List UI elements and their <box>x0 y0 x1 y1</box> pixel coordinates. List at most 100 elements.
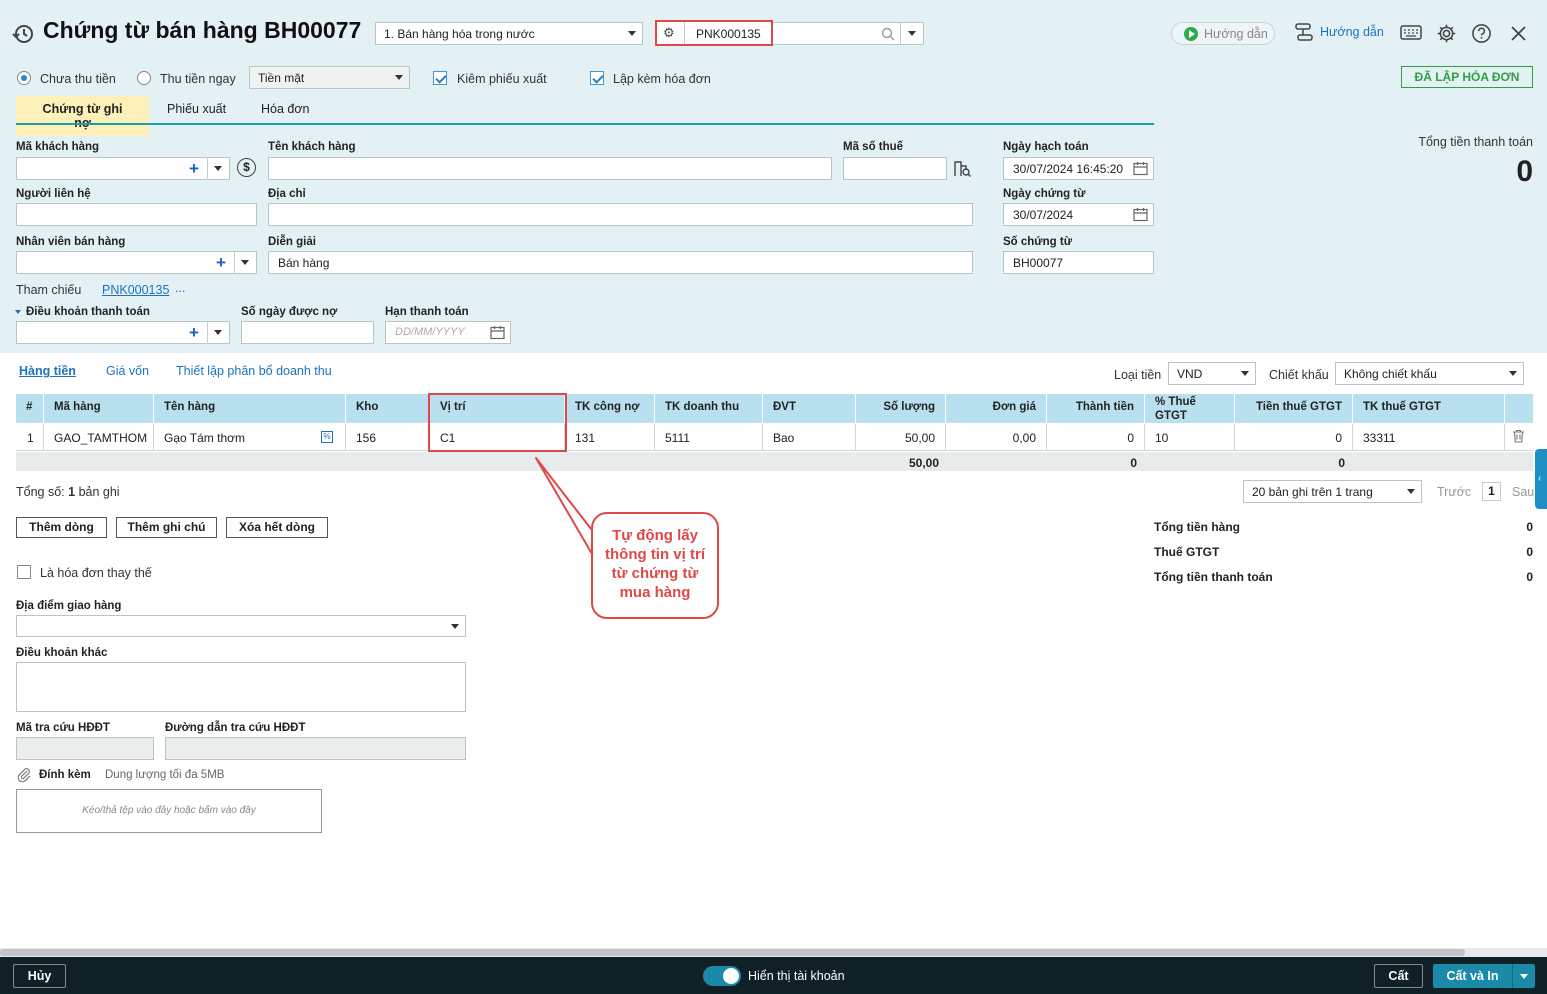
col-vat-account[interactable]: TK thuế GTGT <box>1353 394 1505 423</box>
cell-revenue-account[interactable]: 5111 <box>655 424 763 451</box>
tax-code-input[interactable] <box>843 157 947 180</box>
cell-vat-rate[interactable]: 10 <box>1145 424 1235 451</box>
other-terms-input[interactable] <box>16 662 466 712</box>
route-icon[interactable] <box>1294 22 1314 44</box>
add-icon[interactable]: + <box>216 254 226 271</box>
save-button[interactable]: Cất <box>1374 964 1423 988</box>
delivery-place-select[interactable] <box>16 615 466 637</box>
chevron-down-icon[interactable] <box>214 166 222 171</box>
contact-input[interactable] <box>16 203 257 226</box>
cell-debt-account[interactable]: 131 <box>565 424 655 451</box>
voucher-no-input[interactable]: BH00077 <box>1003 251 1154 274</box>
check-export[interactable] <box>433 71 447 85</box>
ref-code-box[interactable]: ⚙ PNK000135 <box>655 20 773 46</box>
col-quantity[interactable]: Số lượng <box>856 394 946 423</box>
keyboard-icon[interactable] <box>1400 24 1422 42</box>
check-invoice[interactable] <box>590 71 604 85</box>
col-item-name[interactable]: Tên hàng <box>154 394 346 423</box>
guide-link[interactable]: Hướng dẫn <box>1320 25 1384 39</box>
replace-invoice-checkbox[interactable] <box>17 565 31 579</box>
description-input[interactable]: Bán hàng <box>268 251 973 274</box>
subtab-goods[interactable]: Hàng tiền <box>19 364 76 378</box>
cell-quantity[interactable]: 50,00 <box>856 424 946 451</box>
col-vat-rate[interactable]: % Thuế GTGT <box>1145 394 1235 423</box>
col-revenue-account[interactable]: TK doanh thu <box>655 394 763 423</box>
payment-terms-label: Điều khoản thanh toán <box>26 306 150 318</box>
col-item-code[interactable]: Mã hàng <box>44 394 154 423</box>
cell-vat-amount[interactable]: 0 <box>1235 424 1353 451</box>
play-icon <box>1184 27 1198 41</box>
tab-debit-voucher[interactable]: Chứng từ ghi nợ <box>16 96 149 136</box>
total-records-label: Tổng số: <box>16 485 65 499</box>
show-accounts-toggle[interactable] <box>703 966 741 986</box>
chevron-down-icon[interactable] <box>241 260 249 265</box>
settings-icon[interactable] <box>1436 23 1457 44</box>
radio-paid[interactable] <box>137 71 151 85</box>
col-warehouse[interactable]: Kho <box>346 394 430 423</box>
delete-all-button[interactable]: Xóa hết dòng <box>226 517 328 538</box>
accounting-date-input[interactable]: 30/07/2024 16:45:20 <box>1003 157 1154 180</box>
tab-export-slip[interactable]: Phiếu xuất <box>149 96 244 122</box>
col-debt-account[interactable]: TK công nợ <box>565 394 655 423</box>
cancel-button[interactable]: Hủy <box>13 964 66 988</box>
col-vat-amount[interactable]: Tiền thuế GTGT <box>1235 394 1353 423</box>
subtab-cost[interactable]: Giá vốn <box>106 364 149 378</box>
cell-amount[interactable]: 0 <box>1047 424 1145 451</box>
col-amount[interactable]: Thành tiền <box>1047 394 1145 423</box>
guide-button[interactable]: Hướng dẫn <box>1171 22 1275 45</box>
subtab-revenue-allocation[interactable]: Thiết lập phân bổ doanh thu <box>176 364 332 378</box>
reference-more-button[interactable]: ... <box>175 281 185 295</box>
side-panel-toggle[interactable]: ‹ <box>1535 449 1547 509</box>
file-drop-zone[interactable]: Kéo/thả tệp vào đây hoặc bấm vào đây <box>16 789 322 833</box>
cell-vat-account[interactable]: 33311 <box>1353 424 1505 451</box>
tab-invoice[interactable]: Hóa đơn <box>243 96 328 122</box>
close-icon[interactable] <box>1510 25 1527 42</box>
radio-unpaid[interactable] <box>17 71 31 85</box>
collapse-icon[interactable] <box>15 310 21 314</box>
calendar-icon[interactable] <box>1133 161 1148 176</box>
sale-type-select[interactable]: 1. Bán hàng hóa trong nước <box>375 22 643 45</box>
tax-lookup-icon[interactable] <box>952 158 972 178</box>
promo-icon[interactable]: % <box>321 431 333 443</box>
reference-label: Tham chiếu <box>16 283 82 297</box>
col-unit-price[interactable]: Đơn giá <box>946 394 1047 423</box>
search-icon[interactable] <box>881 27 895 41</box>
currency-select[interactable]: VND <box>1168 362 1256 385</box>
discount-select[interactable]: Không chiết khấu <box>1335 362 1524 385</box>
chevron-down-icon[interactable] <box>214 330 222 335</box>
currency-icon[interactable]: $ <box>237 158 256 177</box>
chevron-down-icon[interactable] <box>908 31 916 36</box>
add-note-button[interactable]: Thêm ghi chú <box>116 517 217 538</box>
calendar-icon[interactable] <box>490 325 505 340</box>
address-input[interactable] <box>268 203 973 226</box>
add-row-button[interactable]: Thêm dòng <box>16 517 107 538</box>
prev-page-button[interactable]: Trước <box>1437 485 1471 499</box>
cell-unit[interactable]: Bao <box>763 424 856 451</box>
credit-days-input[interactable] <box>241 321 374 344</box>
invoice-status-button[interactable]: ĐÃ LẬP HÓA ĐƠN <box>1401 66 1533 88</box>
gear-icon[interactable]: ⚙ <box>663 25 675 41</box>
scrollbar-thumb[interactable] <box>0 949 1465 956</box>
save-print-button[interactable]: Cất và In <box>1433 964 1512 988</box>
add-icon[interactable]: + <box>189 160 199 177</box>
trash-icon[interactable] <box>1512 429 1525 443</box>
add-icon[interactable]: + <box>189 324 199 341</box>
col-unit[interactable]: ĐVT <box>763 394 856 423</box>
ref-search-input[interactable] <box>773 22 924 45</box>
current-page[interactable]: 1 <box>1482 482 1501 501</box>
history-icon[interactable] <box>11 22 35 46</box>
calendar-icon[interactable] <box>1133 207 1148 222</box>
page-size-select[interactable]: 20 bản ghi trên 1 trang <box>1243 480 1422 503</box>
customer-name-input[interactable] <box>268 157 832 180</box>
next-page-button[interactable]: Sau <box>1512 485 1534 499</box>
reference-link[interactable]: PNK000135 <box>102 283 169 297</box>
horizontal-scrollbar[interactable] <box>0 948 1547 957</box>
cell-item-code[interactable]: GAO_TAMTHOM <box>44 424 154 451</box>
payment-method-select[interactable]: Tiền mặt <box>249 66 410 89</box>
cell-item-name[interactable]: Gạo Tám thơm <box>154 424 346 451</box>
save-print-dropdown[interactable] <box>1512 964 1535 988</box>
help-icon[interactable] <box>1471 23 1492 44</box>
cell-unit-price[interactable]: 0,00 <box>946 424 1047 451</box>
cell-warehouse[interactable]: 156 <box>346 424 430 451</box>
voucher-date-input[interactable]: 30/07/2024 <box>1003 203 1154 226</box>
